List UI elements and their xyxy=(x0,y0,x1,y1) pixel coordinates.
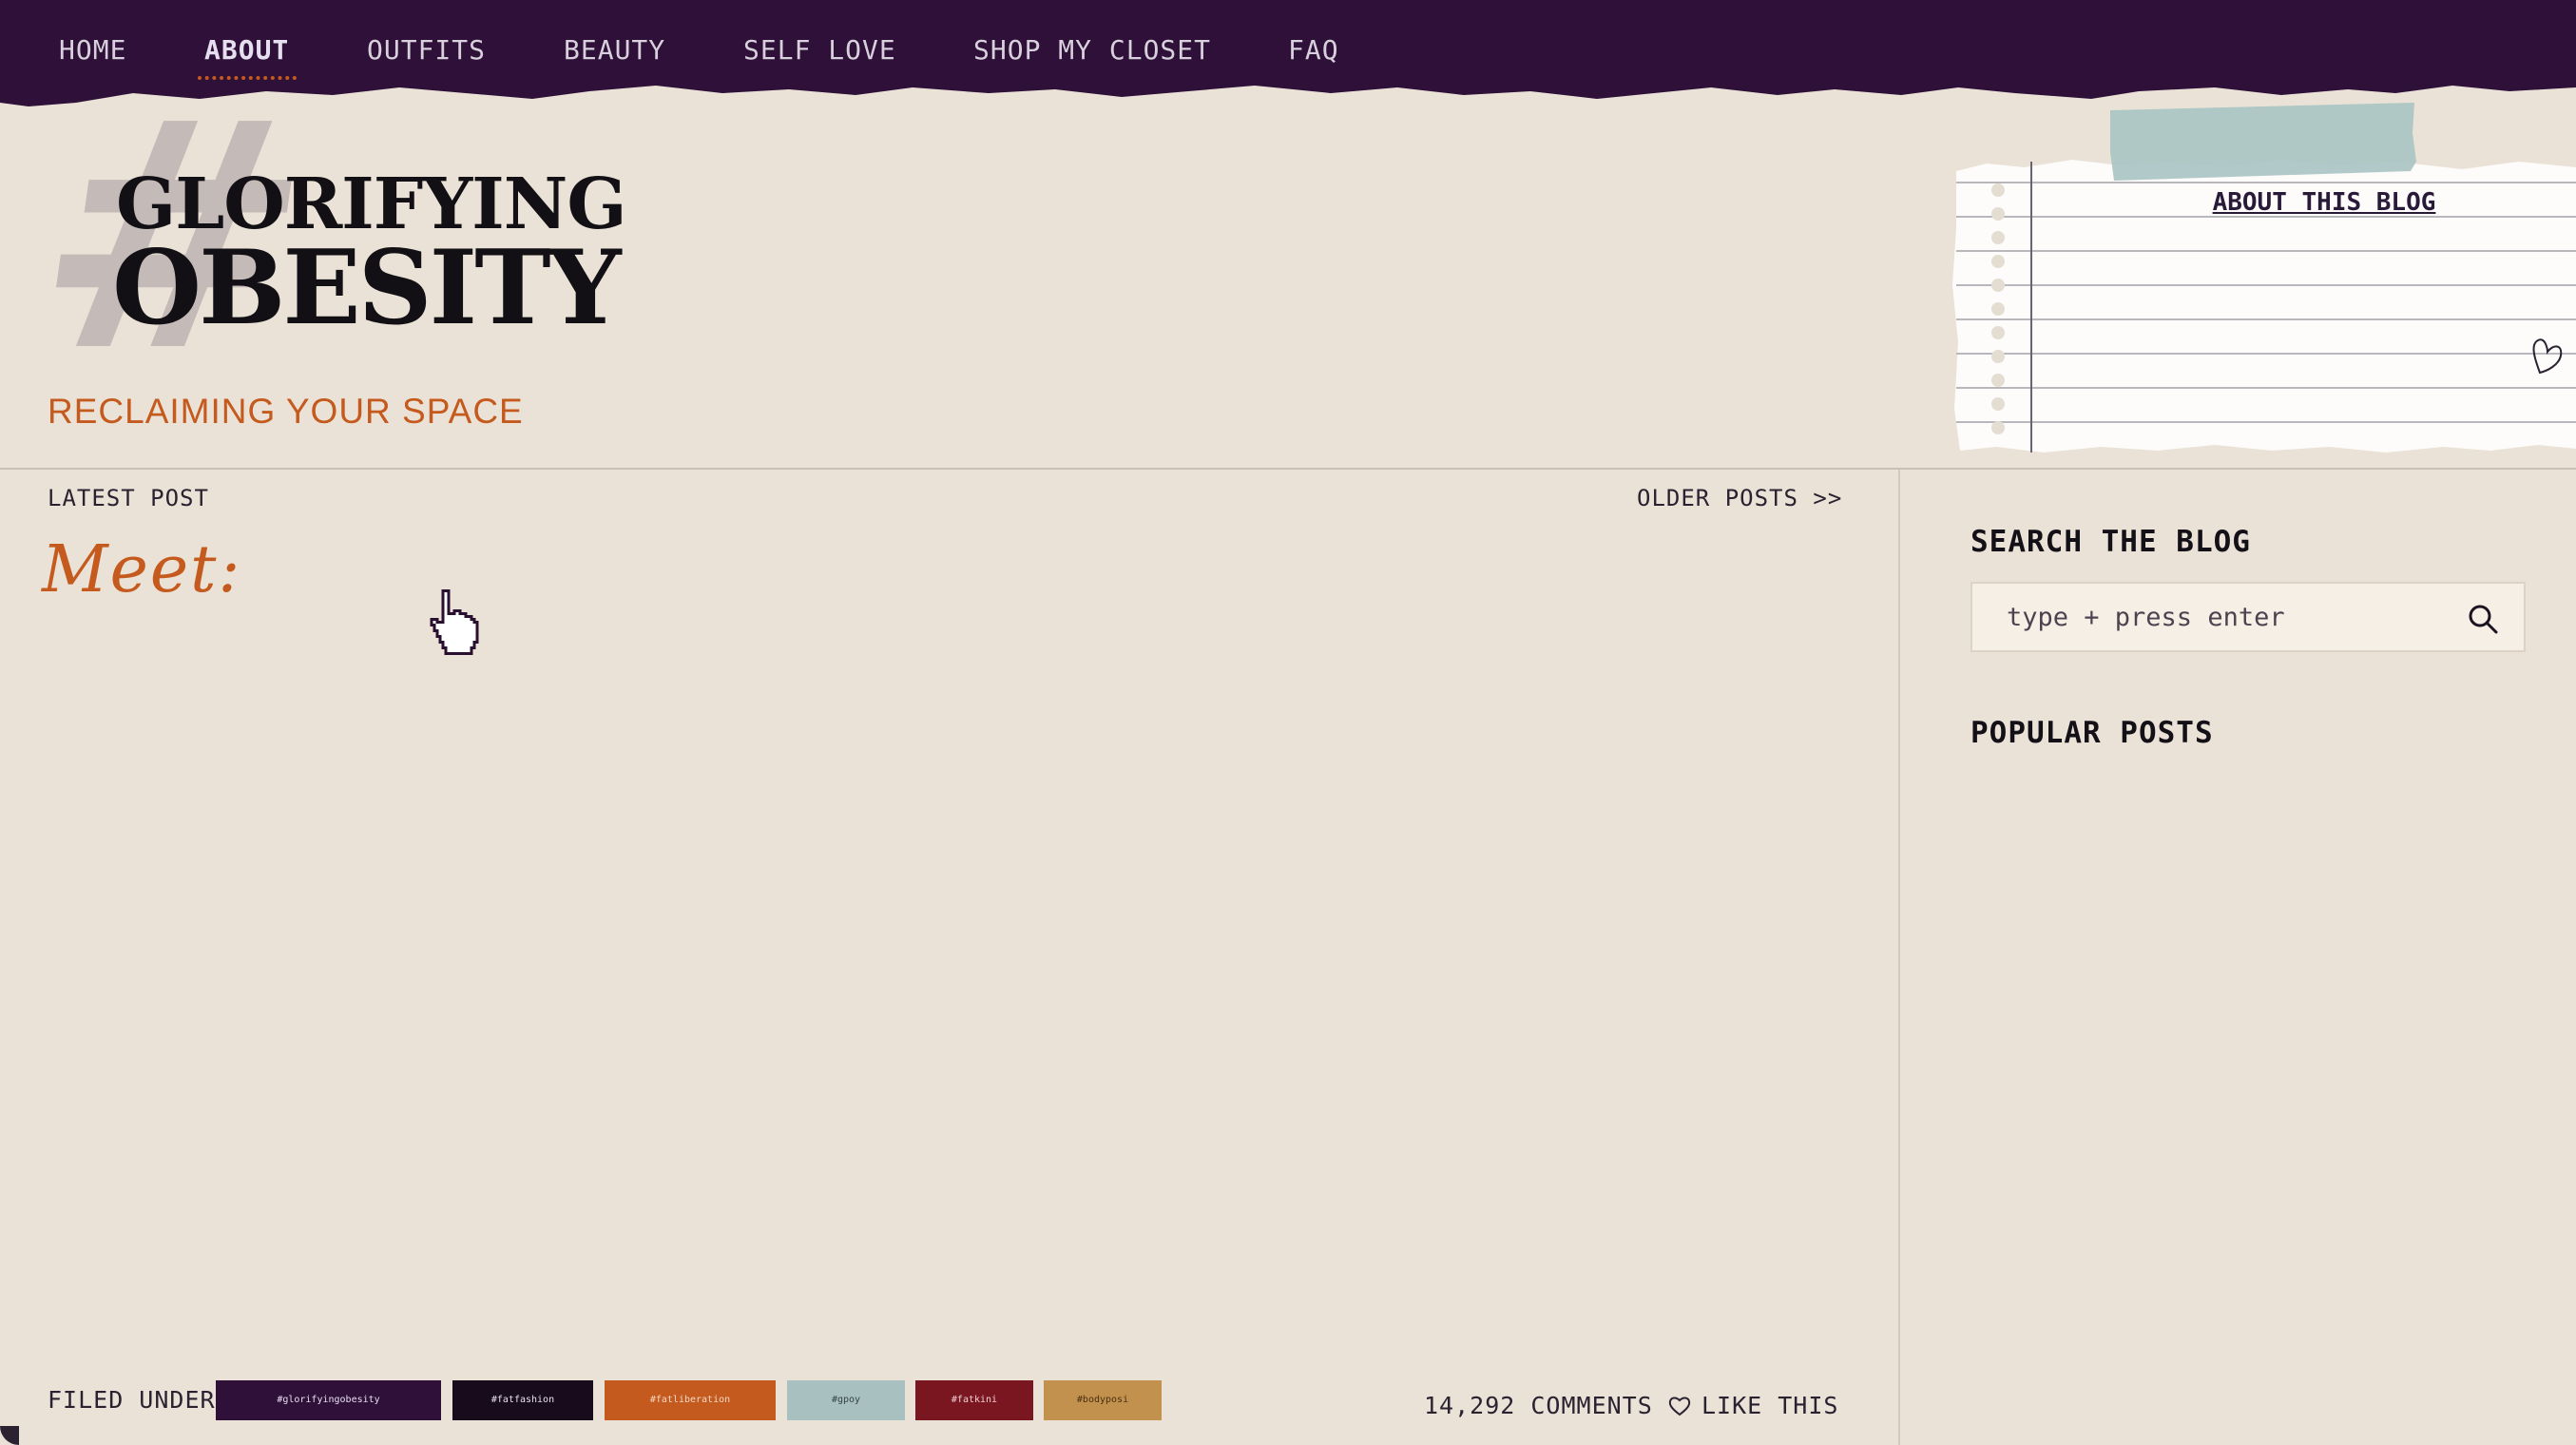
notebook-paper xyxy=(1952,103,2576,453)
tag-fatliberation[interactable]: #fatliberation xyxy=(605,1380,776,1420)
search-input[interactable] xyxy=(1972,584,2448,650)
tag-fatfashion[interactable]: #fatfashion xyxy=(452,1380,593,1420)
search-icon[interactable] xyxy=(2467,603,2499,635)
header-divider xyxy=(0,468,2576,470)
sidebar-divider xyxy=(1898,470,1900,1445)
tag-gpoy[interactable]: #gpoy xyxy=(787,1380,905,1420)
filed-under-label: FILED UNDER: xyxy=(48,1386,231,1414)
window-corner xyxy=(0,1426,19,1445)
tag-bodyposi[interactable]: #bodyposi xyxy=(1044,1380,1162,1420)
nav-shop-my-closet[interactable]: SHOP MY CLOSET xyxy=(973,34,1211,66)
search-box xyxy=(1970,582,2526,652)
latest-post-label: LATEST POST xyxy=(48,485,209,511)
logo-line-2[interactable]: OBESITY xyxy=(112,228,622,348)
nav-self-love[interactable]: SELF LOVE xyxy=(743,34,896,66)
tag-fatkini[interactable]: #fatkini xyxy=(915,1380,1033,1420)
hand-cursor-icon xyxy=(430,589,479,655)
about-note-widget: ABOUT THIS BLOG xyxy=(1949,95,2576,466)
older-posts-link[interactable]: OLDER POSTS >> xyxy=(1637,485,1842,511)
comments-count-link[interactable]: 14,292 COMMENTS xyxy=(1424,1392,1653,1419)
site-tagline: RECLAIMING YOUR SPACE xyxy=(48,392,524,431)
popular-posts-heading: POPULAR POSTS xyxy=(1970,716,2214,750)
nav-beauty[interactable]: BEAUTY xyxy=(564,34,665,66)
tag-glorifyingobesity[interactable]: #glorifyingobesity xyxy=(216,1380,441,1420)
heart-icon[interactable] xyxy=(1668,1396,1691,1416)
like-this-button[interactable]: LIKE THIS xyxy=(1701,1392,1838,1419)
search-heading: SEARCH THE BLOG xyxy=(1970,525,2251,559)
post-heading[interactable]: Meet: xyxy=(42,532,241,607)
nav-faq[interactable]: FAQ xyxy=(1288,34,1339,66)
main-nav: HOME ABOUT OUTFITS BEAUTY SELF LOVE SHOP… xyxy=(0,0,2576,105)
about-this-blog-link[interactable]: ABOUT THIS BLOG xyxy=(2167,188,2481,217)
nav-outfits[interactable]: OUTFITS xyxy=(367,34,486,66)
